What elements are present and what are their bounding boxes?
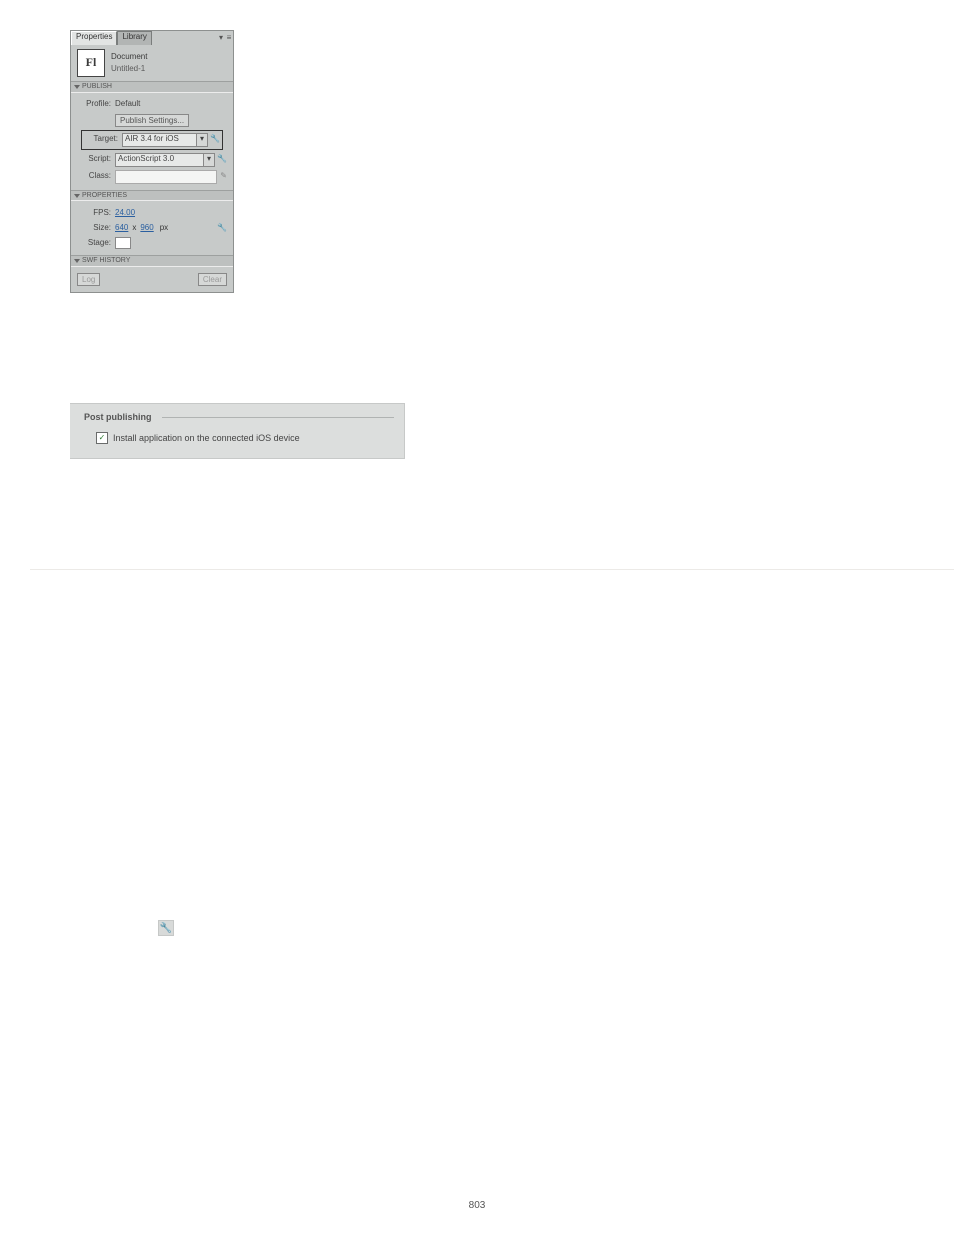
page-number: 803 [0, 1200, 954, 1211]
tab-fill [152, 31, 217, 45]
post-publishing-panel: Post publishing ✓ Install application on… [70, 403, 405, 459]
disclosure-icon [74, 259, 80, 263]
stage-color-swatch[interactable] [115, 237, 131, 249]
profile-value: Default [115, 100, 140, 109]
section-body-swf-history: Log Clear [71, 267, 233, 292]
stage-label: Stage: [77, 239, 111, 248]
section-title-publish: PUBLISH [82, 83, 112, 91]
wrench-icon[interactable]: 🔧 [158, 920, 174, 936]
class-input[interactable] [115, 170, 217, 184]
size-height[interactable]: 960 [140, 224, 153, 233]
install-ios-label: Install application on the connected iOS… [113, 433, 300, 443]
fps-value[interactable]: 24.00 [115, 209, 135, 218]
section-body-properties: FPS: 24.00 Size: 640 x 960 px 🔧 Stage: [71, 201, 233, 255]
size-label: Size: [77, 224, 111, 233]
panel-menu-icon[interactable]: ≡ [225, 31, 233, 45]
target-select[interactable]: AIR 3.4 for iOS [122, 133, 197, 147]
target-label: Target: [84, 135, 118, 144]
install-ios-checkbox[interactable]: ✓ [96, 432, 108, 444]
page-divider [30, 569, 954, 570]
target-highlight-box: Target: AIR 3.4 for iOS ▾ 🔧 [81, 130, 223, 150]
publish-settings-button[interactable]: Publish Settings... [115, 114, 189, 127]
section-title-properties: PROPERTIES [82, 192, 127, 200]
size-x: x [132, 224, 136, 233]
section-head-swf-history[interactable]: SWF HISTORY [71, 255, 233, 267]
class-edit-icon[interactable]: ✎ [220, 172, 227, 181]
log-button[interactable]: Log [77, 273, 100, 286]
install-ios-row: ✓ Install application on the connected i… [96, 432, 394, 444]
section-body-publish: Profile: Default Publish Settings... Tar… [71, 93, 233, 190]
size-px: px [160, 224, 168, 233]
size-width[interactable]: 640 [115, 224, 128, 233]
fps-label: FPS: [77, 209, 111, 218]
tab-library[interactable]: Library [117, 31, 151, 45]
section-title-swf-history: SWF HISTORY [82, 257, 130, 265]
document-row: Fl Document Untitled-1 [71, 45, 233, 81]
panel-collapse-icon[interactable]: ▾ [217, 31, 225, 45]
class-label: Class: [77, 172, 111, 181]
post-publishing-divider [162, 417, 395, 418]
script-dropdown-icon[interactable]: ▾ [204, 153, 215, 167]
size-wrench-icon[interactable]: 🔧 [217, 224, 227, 233]
script-label: Script: [77, 155, 111, 164]
panel-tabbar: Properties Library ▾ ≡ [71, 31, 233, 45]
properties-panel: Properties Library ▾ ≡ Fl Document Untit… [70, 30, 234, 293]
script-select[interactable]: ActionScript 3.0 [115, 153, 204, 167]
section-head-properties[interactable]: PROPERTIES [71, 190, 233, 202]
post-publishing-title-row: Post publishing [84, 412, 394, 422]
document-name: Untitled-1 [111, 65, 147, 74]
tab-properties[interactable]: Properties [71, 31, 117, 45]
fl-logo: Fl [77, 49, 105, 77]
post-publishing-title: Post publishing [84, 412, 152, 422]
target-dropdown-icon[interactable]: ▾ [197, 133, 208, 147]
document-label: Document [111, 53, 147, 62]
disclosure-icon [74, 85, 80, 89]
script-wrench-icon[interactable]: 🔧 [217, 155, 227, 164]
document-titles: Document Untitled-1 [111, 53, 147, 74]
section-head-publish[interactable]: PUBLISH [71, 81, 233, 93]
clear-button[interactable]: Clear [198, 273, 227, 286]
disclosure-icon [74, 194, 80, 198]
target-wrench-icon[interactable]: 🔧 [210, 135, 220, 144]
profile-label: Profile: [77, 100, 111, 109]
